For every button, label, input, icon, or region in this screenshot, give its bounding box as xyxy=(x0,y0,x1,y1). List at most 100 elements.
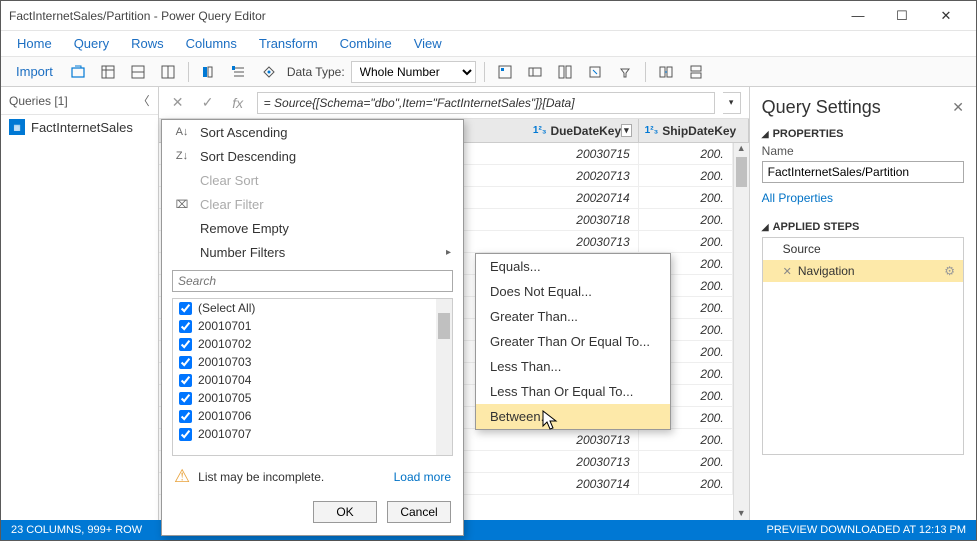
filter-checkbox[interactable] xyxy=(179,320,192,333)
collapse-icon[interactable]: 〈 xyxy=(138,92,150,109)
step-gear-icon[interactable]: ⚙ xyxy=(944,264,955,278)
sort-desc-icon: Z↓ xyxy=(174,150,190,162)
close-button[interactable]: ✕ xyxy=(924,2,968,30)
number-filters[interactable]: Number Filters▸ xyxy=(162,240,463,264)
minimize-button[interactable]: — xyxy=(836,2,880,30)
vertical-scrollbar[interactable]: ▲ ▼ xyxy=(733,143,749,522)
fx-icon[interactable]: fx xyxy=(227,92,249,114)
cell: 200. xyxy=(639,429,733,450)
window-title: FactInternetSales/Partition - Power Quer… xyxy=(9,9,836,23)
menu-home[interactable]: Home xyxy=(7,32,62,55)
status-left: 23 COLUMNS, 999+ ROW xyxy=(11,524,142,536)
filter-value-row[interactable]: 20010706 xyxy=(173,407,452,425)
col-shipdatekey[interactable]: 1²₃ ShipDateKey xyxy=(639,119,749,142)
filter-scrollbar[interactable] xyxy=(436,299,452,455)
menu-query[interactable]: Query xyxy=(64,32,119,55)
filter-value-row[interactable]: 20010705 xyxy=(173,389,452,407)
toolbar-icon-12[interactable] xyxy=(613,60,637,84)
submenu-item[interactable]: Less Than Or Equal To... xyxy=(476,379,670,404)
menu-view[interactable]: View xyxy=(404,32,452,55)
toolbar-icon-8[interactable] xyxy=(493,60,517,84)
sort-descending[interactable]: Z↓Sort Descending xyxy=(162,144,463,168)
sort-ascending[interactable]: A↓Sort Ascending xyxy=(162,120,463,144)
filter-checkbox[interactable] xyxy=(179,338,192,351)
all-properties-link[interactable]: All Properties xyxy=(762,191,833,205)
toolbar-icon-7[interactable] xyxy=(257,60,281,84)
cell: 200. xyxy=(639,451,733,472)
filter-value-row[interactable]: 20010701 xyxy=(173,317,452,335)
filter-search xyxy=(172,270,453,292)
submenu-item[interactable]: Equals... xyxy=(476,254,670,279)
ok-button[interactable]: OK xyxy=(313,501,377,523)
toolbar-icon-3[interactable] xyxy=(126,60,150,84)
menu-transform[interactable]: Transform xyxy=(249,32,328,55)
name-input[interactable] xyxy=(762,161,964,183)
toolbar-icon-11[interactable] xyxy=(583,60,607,84)
clear-filter: ⌧Clear Filter xyxy=(162,192,463,216)
number-filters-submenu: Equals...Does Not Equal...Greater Than..… xyxy=(475,253,671,430)
formula-expand-icon[interactable]: ▾ xyxy=(723,92,741,114)
toolbar-icon-1[interactable] xyxy=(66,60,90,84)
formula-input[interactable] xyxy=(257,92,715,114)
cell: 200. xyxy=(639,143,733,164)
properties-section[interactable]: ◢PROPERTIES xyxy=(762,128,964,140)
toolbar-icon-5[interactable] xyxy=(197,60,221,84)
column-filter-icon[interactable]: ▾ xyxy=(621,124,632,137)
maximize-button[interactable]: ☐ xyxy=(880,2,924,30)
import-button[interactable]: Import xyxy=(9,60,60,84)
filter-checkbox[interactable] xyxy=(179,302,192,315)
submenu-item[interactable]: Does Not Equal... xyxy=(476,279,670,304)
datatype-select[interactable]: Whole Number xyxy=(351,61,476,83)
queries-pane: Queries [1] 〈 ▦ FactInternetSales xyxy=(1,87,159,522)
toolbar-icon-4[interactable] xyxy=(156,60,180,84)
submenu-arrow-icon: ▸ xyxy=(446,247,451,258)
filter-value-row[interactable]: 20010702 xyxy=(173,335,452,353)
step-navigation[interactable]: ✕Navigation⚙ xyxy=(763,260,963,282)
filter-value-row[interactable]: (Select All) xyxy=(173,299,452,317)
queries-header: Queries [1] 〈 xyxy=(1,87,158,115)
filter-checkbox[interactable] xyxy=(179,374,192,387)
name-label: Name xyxy=(762,144,964,158)
datatype-label: Data Type: xyxy=(287,65,345,79)
toolbar-icon-6[interactable] xyxy=(227,60,251,84)
toolbar-icon-10[interactable] xyxy=(553,60,577,84)
queries-header-label: Queries [1] xyxy=(9,94,68,108)
close-settings-icon[interactable]: ✕ xyxy=(952,99,964,116)
menu-combine[interactable]: Combine xyxy=(330,32,402,55)
applied-steps-section[interactable]: ◢APPLIED STEPS xyxy=(762,221,964,233)
filter-checkbox[interactable] xyxy=(179,392,192,405)
filter-checkbox[interactable] xyxy=(179,356,192,369)
remove-empty[interactable]: Remove Empty xyxy=(162,216,463,240)
submenu-item[interactable]: Less Than... xyxy=(476,354,670,379)
query-item[interactable]: ▦ FactInternetSales xyxy=(1,115,158,139)
number-type-icon: 1²₃ xyxy=(645,125,659,136)
clear-filter-icon: ⌧ xyxy=(174,198,190,211)
menu-columns[interactable]: Columns xyxy=(176,32,247,55)
filter-value-row[interactable]: 20010704 xyxy=(173,371,452,389)
filter-checkbox[interactable] xyxy=(179,410,192,423)
filter-checkbox[interactable] xyxy=(179,428,192,441)
toolbar-icon-9[interactable] xyxy=(523,60,547,84)
query-settings-pane: Query Settings ✕ ◢PROPERTIES Name All Pr… xyxy=(750,87,976,522)
filter-search-input[interactable] xyxy=(172,270,453,292)
commit-formula-icon[interactable]: ✓ xyxy=(197,92,219,114)
toolbar-icon-13[interactable] xyxy=(654,60,678,84)
formula-bar: ✕ ✓ fx ▾ xyxy=(159,87,749,119)
titlebar: FactInternetSales/Partition - Power Quer… xyxy=(1,1,976,31)
submenu-item[interactable]: Between... xyxy=(476,404,670,429)
cell: 200. xyxy=(639,209,733,230)
toolbar-icon-14[interactable] xyxy=(684,60,708,84)
cell: 200. xyxy=(639,473,733,494)
submenu-item[interactable]: Greater Than Or Equal To... xyxy=(476,329,670,354)
toolbar-icon-2[interactable] xyxy=(96,60,120,84)
delete-step-icon[interactable]: ✕ xyxy=(783,265,792,278)
cancel-button[interactable]: Cancel xyxy=(387,501,451,523)
menu-rows[interactable]: Rows xyxy=(121,32,174,55)
cancel-formula-icon[interactable]: ✕ xyxy=(167,92,189,114)
filter-value-row[interactable]: 20010703 xyxy=(173,353,452,371)
filter-value-row[interactable]: 20010707 xyxy=(173,425,452,443)
submenu-item[interactable]: Greater Than... xyxy=(476,304,670,329)
load-more-link[interactable]: Load more xyxy=(394,470,451,484)
step-source[interactable]: Source xyxy=(763,238,963,260)
cell: 200. xyxy=(639,187,733,208)
